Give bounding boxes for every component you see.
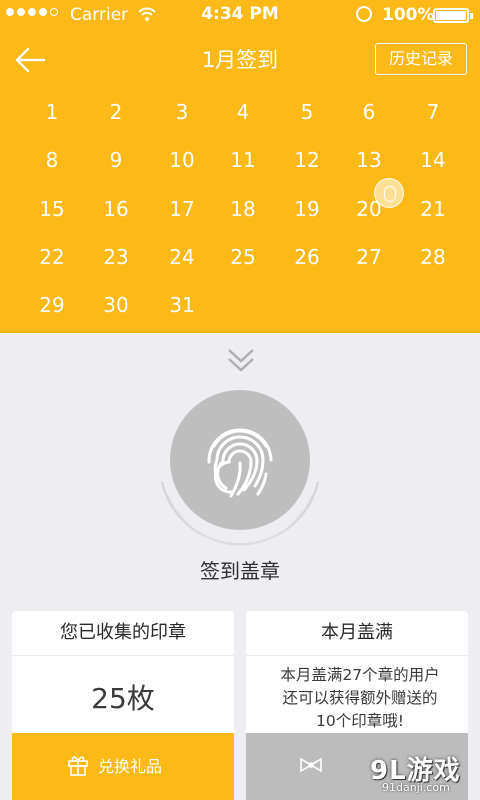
calendar-day[interactable]: 27 <box>339 244 399 270</box>
calendar-day[interactable]: 18 <box>213 196 273 222</box>
calendar-day[interactable]: 22 <box>22 244 82 270</box>
monthly-card-desc: 本月盖满27个章的用户 还可以获得额外赠送的 10个印章哦! <box>260 664 460 733</box>
calendar-day[interactable]: 17 <box>152 196 212 222</box>
battery-percent: 100% <box>382 5 435 25</box>
calendar-day[interactable]: 24 <box>152 244 212 270</box>
calendar-day[interactable]: 28 <box>403 244 463 270</box>
calendar-day[interactable]: 14 <box>403 147 463 173</box>
calendar-header: 1月签到 历史记录 1 2 3 4 5 6 7 8 9 10 11 12 13 14 15 16 17 18 19 2… <box>0 30 480 333</box>
calendar-day[interactable]: 11 <box>213 147 273 173</box>
monthly-desc-line: 10个印章哦! <box>316 712 404 730</box>
calendar-day[interactable]: 9 <box>86 147 146 173</box>
monthly-card-title: 本月盖满 <box>246 611 468 656</box>
calendar-day[interactable]: 29 <box>22 292 82 318</box>
fingerprint-icon <box>207 428 273 498</box>
calendar-day[interactable]: 19 <box>277 196 337 222</box>
calendar-day[interactable]: 5 <box>277 99 337 125</box>
collected-card-title: 您已收集的印章 <box>12 611 234 656</box>
monthly-desc-line: 还可以获得额外赠送的 <box>282 689 438 707</box>
calendar-grid: 1 2 3 4 5 6 7 8 9 10 11 12 13 14 15 16 17 18 19 20 21 22 23 24 2… <box>0 30 480 333</box>
calendar-day[interactable]: 26 <box>277 244 337 270</box>
redeem-gift-label: 兑换礼品 <box>98 757 163 776</box>
calendar-day[interactable]: 2 <box>86 99 146 125</box>
calendar-day[interactable]: 7 <box>403 99 463 125</box>
calendar-day[interactable]: 10 <box>152 147 212 173</box>
stamp-button[interactable] <box>170 390 310 530</box>
collected-stamps-card: 您已收集的印章 25枚 兑换礼品 <box>12 611 234 800</box>
bow-icon <box>300 757 322 773</box>
calendar-day[interactable]: 12 <box>277 147 337 173</box>
stamp-mark-icon <box>374 178 404 208</box>
calendar-day[interactable]: 23 <box>86 244 146 270</box>
calendar-day[interactable]: 6 <box>339 99 399 125</box>
calendar-day[interactable]: 8 <box>22 147 82 173</box>
stamp-label: 签到盖章 <box>200 559 280 583</box>
calendar-day[interactable]: 15 <box>22 196 82 222</box>
monthly-desc-line: 本月盖满27个章的用户 <box>280 666 440 684</box>
watermark-url: 91danji.com <box>382 781 450 794</box>
double-chevron-down-icon[interactable] <box>225 344 257 376</box>
calendar-day[interactable]: 31 <box>152 292 212 318</box>
gift-icon <box>68 756 88 776</box>
calendar-day[interactable]: 1 <box>22 99 82 125</box>
orientation-lock-icon <box>356 6 372 22</box>
stamp-count: 25枚 <box>91 682 155 715</box>
calendar-day[interactable]: 3 <box>152 99 212 125</box>
calendar-day[interactable]: 13 <box>339 147 399 173</box>
status-bar: Carrier 4:34 PM 100% <box>0 0 480 30</box>
calendar-day[interactable]: 16 <box>86 196 146 222</box>
calendar-day[interactable]: 21 <box>403 196 463 222</box>
battery-icon <box>433 8 473 23</box>
watermark: 9L游戏 91danji.com <box>370 750 480 800</box>
calendar-day[interactable]: 25 <box>213 244 273 270</box>
calendar-day[interactable]: 4 <box>213 99 273 125</box>
redeem-gift-button[interactable]: 兑换礼品 <box>12 733 234 800</box>
calendar-day[interactable]: 30 <box>86 292 146 318</box>
